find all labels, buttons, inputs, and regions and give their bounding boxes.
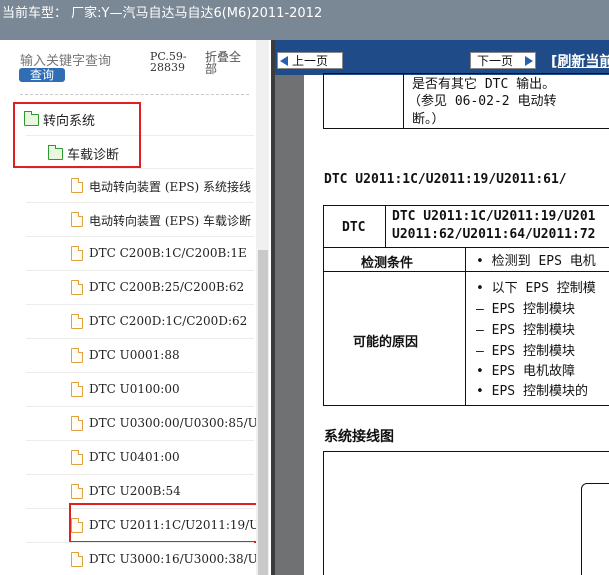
wiring-diagram-frame (323, 451, 609, 575)
tree-leaf-item[interactable]: DTC U3000:16/U3000:38/U3 (89, 552, 265, 566)
dtc-value-line: U2011:62/U2011:64/U2011:72 (392, 227, 596, 242)
row-divider (26, 168, 254, 169)
dtc-label: DTC (342, 220, 366, 235)
cause-line: • 以下 EPS 控制模 (476, 281, 596, 296)
cause-line: — EPS 控制模块 (476, 302, 575, 317)
row-divider (26, 474, 254, 475)
prev-table-label-cell (323, 73, 404, 129)
dtc-heading: DTC U2011:1C/U2011:19/U2011:61/ (324, 172, 567, 187)
document-icon (71, 178, 83, 193)
cause-line: • EPS 控制模块的 (476, 384, 588, 399)
dtc-value-line: DTC U2011:1C/U2011:19/U201 (392, 209, 596, 224)
row-divider (26, 236, 254, 237)
row-divider (26, 270, 254, 271)
next-page-button[interactable]: 下一页 (470, 52, 536, 69)
document-icon (71, 212, 83, 227)
collapse-all-button[interactable]: 折叠全 部 (205, 51, 241, 75)
tree-leaf-item[interactable]: DTC C200D:1C/C200D:62 (89, 314, 247, 328)
detect-value: • 检测到 EPS 电机 (476, 254, 596, 269)
search-button[interactable]: 查询 (19, 68, 65, 82)
document-icon (71, 314, 83, 329)
pc-code: PC.59- 28839 (150, 51, 187, 73)
current-vehicle-title: 当前车型： 厂家:Y—汽马自达马自达6(M6)2011-2012 (2, 6, 323, 21)
collapse-all-line-2: 部 (205, 62, 218, 76)
title-bar: 当前车型： 厂家:Y—汽马自达马自达6(M6)2011-2012 (0, 0, 609, 40)
document-icon (71, 280, 83, 295)
left-arrow-icon (280, 56, 288, 66)
wiring-diagram-component (581, 483, 609, 575)
pc-code-line-2: 28839 (150, 61, 185, 74)
document-icon (71, 416, 83, 431)
tree-leaf-item[interactable]: 电动转向装置 (EPS) 车载诊断 (89, 212, 251, 229)
prev-page-button[interactable]: 上一页 (277, 52, 343, 69)
cause-line: — EPS 控制模块 (476, 344, 575, 359)
row-divider (26, 440, 254, 441)
viewer-toolbar: 上一页 下一页 [刷新当前 (275, 40, 609, 75)
tree-leaf-item[interactable]: DTC U200B:54 (89, 484, 181, 498)
row-divider (26, 406, 254, 407)
document-icon (71, 552, 83, 567)
cause-line: • EPS 电机故障 (476, 364, 575, 379)
cause-label: 可能的原因 (353, 335, 419, 350)
detect-label: 检测条件 (361, 256, 414, 271)
document-viewer: 上一页 下一页 [刷新当前 是否有其它 DTC 输出。 （参见 06-02-2 … (275, 40, 609, 575)
tree-leaf-item[interactable]: 电动转向装置 (EPS) 系统接线 (89, 178, 251, 195)
right-arrow-icon (525, 56, 533, 66)
doc-text-line: （参见 06-02-2 电动转 (408, 94, 557, 109)
tree-leaf-item[interactable]: DTC U0401:00 (89, 450, 180, 464)
prev-page-label: 上一页 (292, 54, 329, 68)
tree-leaf-item[interactable]: DTC U0001:88 (89, 348, 180, 362)
scrollbar-thumb[interactable] (258, 250, 268, 575)
refresh-current-link[interactable]: [刷新当前 (551, 51, 609, 71)
doc-text-line: 断。） (412, 112, 445, 127)
left-panel: 查询 PC.59- 28839 折叠全 部 转向系统 车载诊断 电动转向装置 (… (0, 40, 271, 575)
document-icon (71, 246, 83, 261)
wiring-diagram-heading: 系统接线图 (324, 429, 394, 445)
row-divider (26, 202, 254, 203)
tree-leaf-item[interactable]: DTC U0300:00/U0300:85/U2 (89, 416, 265, 430)
highlight-box (13, 102, 141, 168)
tree-leaf-item[interactable]: DTC C200B:25/C200B:62 (89, 280, 244, 294)
document-icon (71, 348, 83, 363)
cause-line: — EPS 控制模块 (476, 323, 575, 338)
divider (20, 94, 249, 95)
document-icon (71, 484, 83, 499)
row-divider (26, 304, 254, 305)
next-page-label: 下一页 (477, 54, 514, 68)
row-divider (26, 542, 254, 543)
tree-leaf-item[interactable]: DTC C200B:1C/C200B:1E (89, 246, 247, 260)
row-divider (26, 338, 254, 339)
document-icon (71, 382, 83, 397)
highlight-box (69, 503, 267, 543)
document-icon (71, 450, 83, 465)
row-divider (26, 372, 254, 373)
document-page: 是否有其它 DTC 输出。 （参见 06-02-2 电动转 断。） DTC U2… (304, 73, 609, 575)
tree-leaf-item[interactable]: DTC U0100:00 (89, 382, 180, 396)
